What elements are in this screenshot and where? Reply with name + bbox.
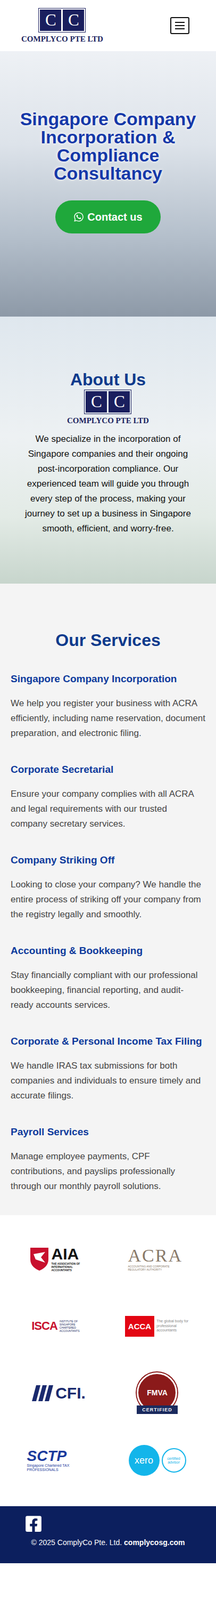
footer: © 2025 ComplyCo Pte. Ltd. complycosg.com xyxy=(0,1503,216,1561)
service-item: Singapore Company Incorporation We help y… xyxy=(10,670,206,740)
hero-title: Singapore Company Incorporation & Compli… xyxy=(12,109,204,182)
service-title: Accounting & Bookkeeping xyxy=(10,941,206,957)
about-section: About UsCCCOMPLYCO PTE LTDWe specialize … xyxy=(0,316,216,583)
service-text: We help you register your business with … xyxy=(10,694,206,740)
certifications: AIATHE ASSOCIATION OF INTERNATIONAL ACCO… xyxy=(0,1213,216,1504)
certification-logo: CFI. xyxy=(12,1366,105,1416)
certification-logo: ISCAINSTITUTE OF SINGAPORE CHARTERED ACC… xyxy=(12,1299,105,1349)
copyright: © 2025 ComplyCo Pte. Ltd. complycosg.com xyxy=(10,1535,206,1544)
cert-name: xero xyxy=(128,1442,160,1474)
certification-logo: ACCAThe global body for professional acc… xyxy=(111,1299,204,1349)
service-title: Company Striking Off xyxy=(10,851,206,867)
service-text: Looking to close your company? We handle… xyxy=(10,875,206,921)
service-title: Corporate & Personal Income Tax Filing xyxy=(10,1032,206,1048)
about-title: About Us xyxy=(70,369,146,389)
cert-caption: INSTITUTE OF SINGAPORE CHARTERED ACCOUNT… xyxy=(59,1317,87,1331)
service-text: We handle IRAS tax submissions for both … xyxy=(10,1056,206,1102)
service-text: Stay financially compliant with our prof… xyxy=(10,966,206,1011)
service-text: Ensure your company complies with all AC… xyxy=(10,785,206,830)
service-item: Company Striking Off Looking to close you… xyxy=(10,851,206,921)
service-list: Singapore Company Incorporation We help y… xyxy=(10,670,206,1192)
cert-caption: THE ASSOCIATION OF INTERNATIONAL ACCOUNT… xyxy=(51,1259,89,1270)
cert-name: ISCA xyxy=(31,1317,58,1330)
service-item: Accounting & Bookkeeping Stay financially… xyxy=(10,941,206,1011)
service-title: Corporate Secretarial xyxy=(10,760,206,776)
logo-letter: C xyxy=(85,390,107,412)
cert-name: ACCA xyxy=(125,1313,155,1335)
cert-caption: CERTIFIED xyxy=(136,1402,178,1412)
menu-icon xyxy=(175,28,185,30)
logo-name: COMPLYCO PTE LTD xyxy=(21,34,104,44)
service-title: Singapore Company Incorporation xyxy=(10,670,206,686)
hero: Singapore Company Incorporation & Compli… xyxy=(0,51,216,317)
cert-name: CFI. xyxy=(55,1382,86,1399)
certification-logo: xerocertified advisor xyxy=(111,1433,204,1483)
certification-logo: ACRAACCOUNTING AND CORPORATE REGULATORY … xyxy=(111,1232,204,1282)
about-text: We specialize in the incorporation of Si… xyxy=(23,430,193,536)
cert-caption: ACCOUNTING AND CORPORATE REGULATORY AUTH… xyxy=(128,1262,187,1269)
certification-logo: FMVACERTIFIED xyxy=(111,1366,204,1416)
logo-mark: CC xyxy=(38,7,86,33)
certification-logo: AIATHE ASSOCIATION OF INTERNATIONAL ACCO… xyxy=(12,1232,105,1282)
logo-letter: C xyxy=(39,9,62,31)
cert-name: ACRA xyxy=(128,1244,187,1263)
cert-name: SCTP xyxy=(27,1446,91,1461)
header: CCCOMPLYCO PTE LTD xyxy=(0,0,216,52)
logo[interactable]: CCCOMPLYCO PTE LTD xyxy=(67,388,149,425)
logo[interactable]: CCCOMPLYCO PTE LTD xyxy=(21,7,104,44)
stripes-icon xyxy=(31,1381,54,1400)
whatsapp-icon xyxy=(73,211,85,222)
service-title: Payroll Services xyxy=(10,1122,206,1138)
menu-button[interactable] xyxy=(170,17,190,35)
facebook-link[interactable] xyxy=(10,1512,206,1531)
services-section: Our Services Singapore Company Incorporat… xyxy=(0,582,216,1214)
page: CCCOMPLYCO PTE LTDSingapore Company Inco… xyxy=(0,0,216,1561)
site-link[interactable]: complycosg.com xyxy=(123,1535,185,1544)
cert-caption: The global body for professional account… xyxy=(156,1316,190,1331)
fmva-badge: FMVACERTIFIED xyxy=(136,1369,178,1412)
logo-letter: C xyxy=(108,390,130,412)
service-item: Corporate Secretarial Ensure your company… xyxy=(10,760,206,830)
cert-name: AIA xyxy=(51,1243,89,1260)
logo-letter: C xyxy=(62,9,85,31)
shield-icon xyxy=(29,1244,50,1269)
service-item: Corporate & Personal Income Tax Filing We… xyxy=(10,1032,206,1102)
logo-mark: CC xyxy=(84,388,132,414)
logo-name: COMPLYCO PTE LTD xyxy=(67,415,149,425)
facebook-icon xyxy=(24,1512,43,1531)
menu-icon xyxy=(175,25,185,27)
cert-caption: certified advisor xyxy=(161,1445,187,1470)
service-item: Payroll Services Manage employee payments… xyxy=(10,1122,206,1192)
cert-caption: Singapore Chartered TAX PROFESSIONALS xyxy=(27,1460,91,1470)
services-title: Our Services xyxy=(10,629,206,650)
service-text: Manage employee payments, CPF contributi… xyxy=(10,1147,206,1192)
certification-logo: SCTPSingapore Chartered TAX PROFESSIONAL… xyxy=(12,1433,105,1483)
contact-button[interactable]: Contact us xyxy=(55,200,161,234)
menu-icon xyxy=(175,21,185,23)
